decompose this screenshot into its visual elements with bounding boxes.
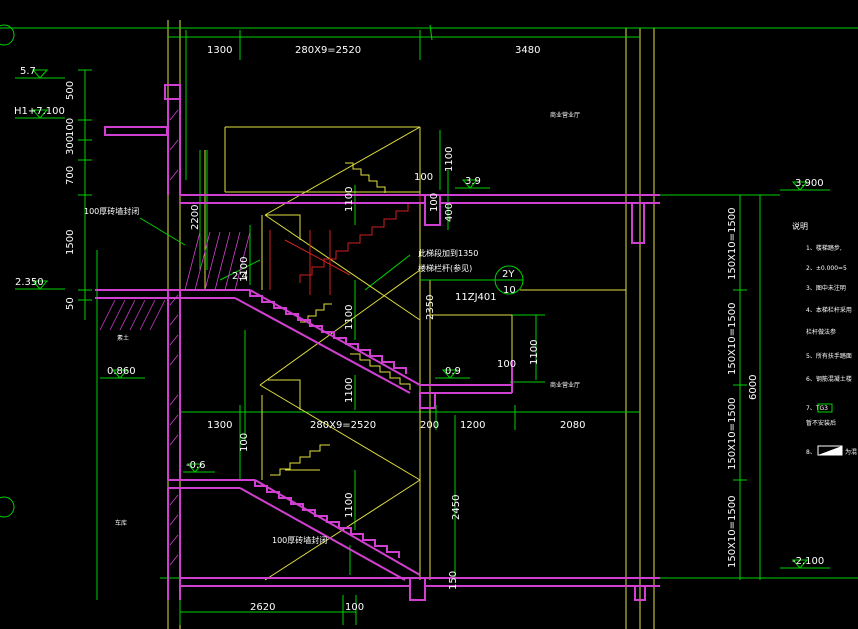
room-lower-label: 车库 <box>115 519 127 527</box>
dim-mid-1: 1300 <box>207 420 232 431</box>
dim-top-2: 280X9=2520 <box>295 45 361 56</box>
dim-inner-2450: 2450 <box>451 495 462 520</box>
dim-inner-2200: 2200 <box>190 205 201 230</box>
axis-bubbles <box>0 24 15 518</box>
dim-top-1: 1300 <box>207 45 232 56</box>
dim-inner-1100-c: 1100 <box>344 378 355 403</box>
dim-right-3: 150X10=1500 <box>727 398 738 471</box>
notes-item-4: 4、本梯栏杆采用 <box>806 306 852 314</box>
dim-mid-4: 1200 <box>460 420 485 431</box>
dim-inner-2350: 2350 <box>425 295 436 320</box>
detail-sheet-label: 10 <box>503 285 516 296</box>
notes-item-5: 5、所有扶手踏面 <box>806 352 852 360</box>
dim-inner-1100-d: 1100 <box>344 493 355 518</box>
dim-inner-1100-f: 1100 <box>529 340 540 365</box>
dim-right-6000: 6000 <box>748 375 759 400</box>
dim-bottom-1: 2620 <box>250 602 275 613</box>
notes-item-3: 3、图中未注明 <box>806 284 846 292</box>
railing-note-label: 此梯段加到1350 <box>418 248 478 258</box>
elev-minus-2-100: -2.100 <box>792 556 824 567</box>
dim-right-1: 150X10=1500 <box>727 208 738 281</box>
dim-inner-100-b: 100 <box>497 359 516 370</box>
dim-inner-400: 400 <box>444 203 455 222</box>
elev-h1: H1+7.100 <box>14 106 65 117</box>
dim-inner-100-d: 100 <box>429 193 440 212</box>
dim-mid-2: 280X9=2520 <box>310 420 376 431</box>
dim-right-4: 150X10=1500 <box>727 496 738 569</box>
stair-section-drawing: 1300 280X9=2520 3480 1300 280X9=2520 200… <box>0 20 858 629</box>
elev-5-7: 5.7 <box>20 66 36 77</box>
wall-seal-bottom-label: 100厚砖墙封闭 <box>272 535 327 545</box>
dim-mid-5: 2080 <box>560 420 585 431</box>
elev-3-9: 3.9 <box>465 176 481 187</box>
notes-item-4b: 栏杆做法参 <box>806 328 836 336</box>
dim-left-500: 500 <box>65 81 76 100</box>
dim-left-50: 50 <box>65 297 76 310</box>
dim-right-2: 150X10=1500 <box>727 303 738 376</box>
dim-inner-100-c: 100 <box>239 433 250 452</box>
notes-item-1: 1、楼梯踏步, <box>806 244 842 252</box>
dim-bottom-2: 100 <box>345 602 364 613</box>
dim-inner-1100-a: 1100 <box>344 187 355 212</box>
notes-item-8: 8、 <box>806 449 816 456</box>
dim-left-100: 100 <box>65 118 76 137</box>
dim-top-3: 3480 <box>515 45 540 56</box>
elev-0-9: 0.9 <box>445 366 461 377</box>
elev-2-350: 2.350 <box>15 277 44 288</box>
dim-left-700: 700 <box>65 166 76 185</box>
room-mid-label: 商业营业厅 <box>550 381 580 389</box>
dim-inner-100-a: 100 <box>414 172 433 183</box>
railing-ref-label: 11ZJ401 <box>455 292 497 303</box>
elev-0-860: 0.860 <box>107 366 136 377</box>
notes-item-2: 2、±0.000=5 <box>806 265 847 272</box>
notes-title: 说明 <box>792 221 808 231</box>
notes-item-7b: 暂不安装后 <box>806 419 836 427</box>
dim-inner-1100-b: 1100 <box>344 305 355 330</box>
elev-minus-0-6: -0.6 <box>186 460 206 471</box>
wall-seal-top-label: 100厚砖墙封闭 <box>84 206 139 216</box>
concrete-structure <box>95 84 660 601</box>
notes-item-7: 7、TG3 <box>806 405 828 412</box>
notes-item-6: 6、钢筋混凝土楼 <box>806 375 852 383</box>
dim-inner-150: 150 <box>448 571 459 590</box>
detail-num-label: 2Y <box>502 269 515 280</box>
room-upper-label: 商业营业厅 <box>550 111 580 119</box>
dim-inner-1100-e: 1100 <box>444 147 455 172</box>
dim-mid-3: 200 <box>420 420 439 431</box>
dim-left-1500: 1500 <box>65 230 76 255</box>
notes-legend-8: 为混 <box>845 448 857 456</box>
soil-label: 素土 <box>117 334 129 342</box>
axis-lines <box>167 20 655 629</box>
railing-name-label: 楼梯栏杆(参见) <box>418 263 472 273</box>
elev-3-900: 3.900 <box>795 178 824 189</box>
dim-left-300: 300 <box>65 136 76 155</box>
dim-2-4-label: 2.4 <box>232 271 248 282</box>
